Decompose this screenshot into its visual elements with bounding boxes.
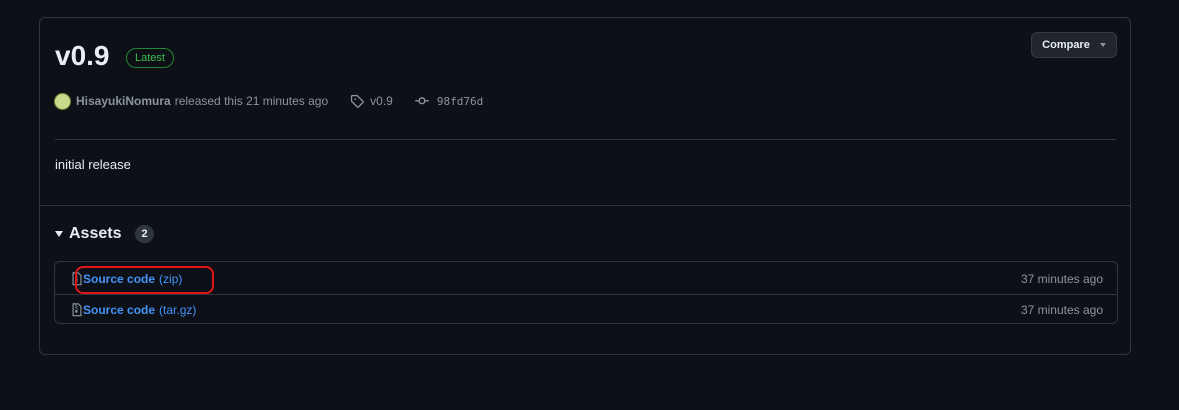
tag-link[interactable]: v0.9 (350, 94, 393, 108)
asset-ext: (tar.gz) (159, 302, 197, 317)
file-zip-icon (71, 272, 83, 286)
release-notes: initial release (55, 157, 131, 172)
avatar[interactable] (54, 92, 71, 110)
release-title[interactable]: v0.9 (55, 39, 110, 73)
asset-name: Source code (83, 272, 156, 286)
latest-badge: Latest (126, 48, 174, 68)
release-card: v0.9 Latest Compare HisayukiNomura relea… (39, 17, 1131, 355)
tag-icon (350, 94, 364, 108)
author-link[interactable]: HisayukiNomura (76, 94, 171, 108)
triangle-down-icon[interactable] (55, 231, 63, 237)
release-meta: HisayukiNomura released this 21 minutes … (54, 92, 483, 110)
commit-link[interactable]: 98fd76d (414, 94, 484, 108)
asset-link-targz[interactable]: Source code (tar.gz) (71, 303, 196, 317)
asset-link-zip[interactable]: Source code (zip) (71, 272, 182, 286)
caret-down-icon (1099, 43, 1106, 47)
assets-list: Source code (zip) 37 minutes ago Source … (54, 261, 1118, 324)
asset-row: Source code (zip) 37 minutes ago (55, 264, 1117, 294)
tag-label: v0.9 (370, 94, 393, 108)
asset-name: Source code (83, 302, 156, 317)
compare-button[interactable]: Compare (1031, 32, 1117, 58)
divider (40, 205, 1130, 206)
commit-icon (414, 94, 429, 108)
compare-label: Compare (1042, 39, 1090, 51)
asset-row: Source code (tar.gz) 37 minutes ago (55, 294, 1117, 324)
divider (55, 139, 1116, 140)
assets-count-badge: 2 (135, 225, 154, 243)
released-text: released this 21 minutes ago (174, 94, 329, 108)
asset-time: 37 minutes ago (1020, 302, 1103, 317)
commit-sha: 98fd76d (436, 94, 484, 108)
assets-title: Assets (69, 225, 122, 242)
assets-toggle[interactable]: Assets 2 (55, 225, 154, 243)
asset-ext: (zip) (159, 272, 183, 286)
asset-time: 37 minutes ago (1020, 272, 1103, 286)
file-zip-icon (71, 302, 83, 317)
